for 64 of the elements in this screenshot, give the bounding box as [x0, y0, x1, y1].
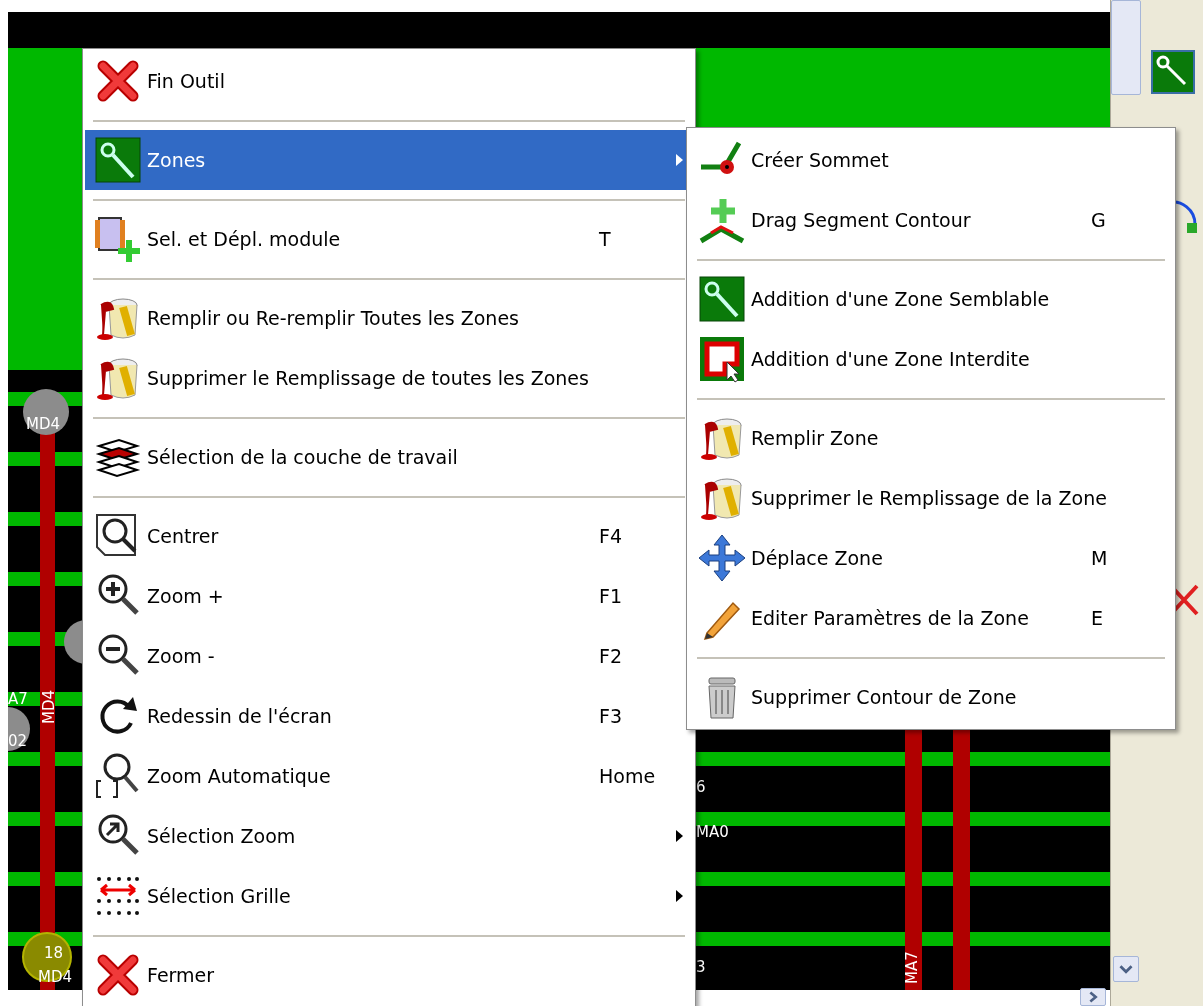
- menu-item[interactable]: Zoom Automatique Home: [85, 746, 693, 806]
- zone-icon[interactable]: [1151, 50, 1195, 94]
- menu-item-label: Redessin de l'écran: [147, 703, 333, 729]
- menu-item[interactable]: Supprimer le Remplissage de la Zone: [689, 468, 1173, 528]
- shortcut-label: F2: [599, 643, 624, 669]
- module-icon: [93, 214, 143, 264]
- keepout-zone-icon: [697, 334, 747, 384]
- menu-item[interactable]: Sélection Grille: [85, 866, 693, 926]
- menu-item-label: Editer Paramètres de la Zone: [751, 605, 1030, 631]
- menu-item-label: Addition d'une Zone Semblable: [751, 286, 1051, 312]
- menu-item-label: Zones: [147, 147, 207, 173]
- menu-item-label: Sélection Zoom: [147, 823, 297, 849]
- shortcut-label: T: [599, 226, 612, 252]
- menu-item-label: Remplir ou Re-remplir Toutes les Zones: [147, 305, 520, 331]
- menu-item[interactable]: Remplir Zone: [689, 408, 1173, 468]
- pad-label: MD4: [42, 689, 57, 724]
- menu-item-label: Supprimer le Remplissage de la Zone: [751, 485, 1108, 511]
- menu-item[interactable]: Déplace Zone M: [689, 528, 1173, 588]
- pad-label: 02: [8, 734, 28, 749]
- menu-item[interactable]: Addition d'une Zone Interdite: [689, 329, 1173, 389]
- menu-item[interactable]: Fermer: [85, 945, 693, 1005]
- pad-label: 6: [696, 780, 706, 795]
- scrollbar-thumb[interactable]: [1111, 0, 1141, 95]
- shortcut-label: F1: [599, 583, 624, 609]
- pad-label: MD4: [26, 417, 61, 432]
- menu-item[interactable]: Supprimer Contour de Zone: [689, 667, 1173, 727]
- menu-item-label: Déplace Zone: [751, 545, 884, 571]
- shortcut-label: F4: [599, 523, 624, 549]
- menu-item-label: Centrer: [147, 523, 220, 549]
- zone-icon: [697, 274, 747, 324]
- shortcut-label: F3: [599, 703, 624, 729]
- pad-label: 18: [44, 946, 64, 961]
- menu-item-label: Fermer: [147, 962, 216, 988]
- menu-item-label: Addition d'une Zone Interdite: [751, 346, 1031, 372]
- menu-item-label: Créer Sommet: [751, 147, 890, 173]
- menu-item-label: Sel. et Dépl. module: [147, 226, 342, 252]
- menu-item[interactable]: Drag Segment Contour G: [689, 190, 1173, 250]
- move-arrows-icon: [697, 533, 747, 583]
- scroll-down-icon[interactable]: [1113, 956, 1139, 982]
- menu-item-label: Zoom +: [147, 583, 225, 609]
- shortcut-label: M: [1091, 545, 1109, 571]
- pad-label: MA0: [696, 825, 729, 840]
- menu-item[interactable]: Addition d'une Zone Semblable: [689, 269, 1173, 329]
- shortcut-label: Home: [599, 763, 657, 789]
- pad-label: MA7: [905, 951, 920, 984]
- pad-label: A7: [8, 692, 28, 707]
- shortcut-label: E: [1091, 605, 1104, 631]
- menu-item-label: Supprimer Contour de Zone: [751, 684, 1018, 710]
- menu-item-label: Sélection Grille: [147, 883, 292, 909]
- menu-item-label: Zoom -: [147, 643, 216, 669]
- menu-item-label: Drag Segment Contour: [751, 207, 972, 233]
- menu-item-label: Sélection de la couche de travail: [147, 444, 459, 470]
- menu-item-label: Remplir Zone: [751, 425, 880, 451]
- zone-icon: [93, 135, 143, 185]
- pad-label: MD4: [38, 970, 73, 985]
- menu-item[interactable]: Editer Paramètres de la Zone E: [689, 588, 1173, 648]
- menu-item-label: Zoom Automatique: [147, 763, 332, 789]
- pad-label: 3: [696, 960, 706, 975]
- scroll-right-icon[interactable]: [1080, 988, 1106, 1006]
- menu-item-label: Supprimer le Remplissage de toutes les Zones: [147, 365, 590, 391]
- menu-item-label: Fin Outil: [147, 68, 226, 94]
- menu-item[interactable]: Sélection Zoom: [85, 806, 693, 866]
- shortcut-label: G: [1091, 207, 1107, 233]
- menu-item[interactable]: Fin Outil: [85, 51, 693, 111]
